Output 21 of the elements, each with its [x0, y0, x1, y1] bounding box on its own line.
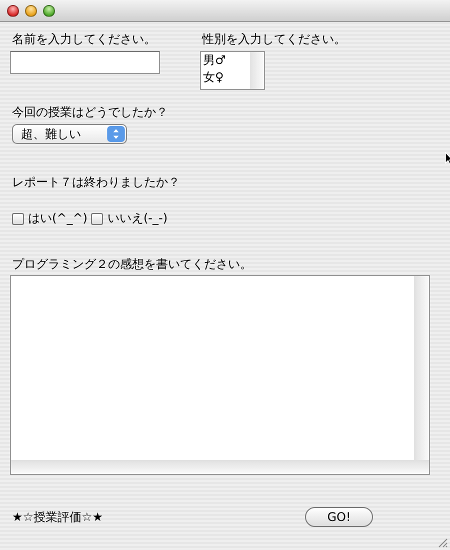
name-field[interactable] — [10, 51, 160, 74]
zoom-button[interactable] — [43, 4, 55, 16]
checkbox[interactable] — [91, 212, 104, 224]
lesson-dropdown[interactable]: 超、難しい — [12, 124, 127, 144]
question-label: レポート７は終わりましたか？ — [11, 175, 181, 190]
question-label: 今回の授業はどうでしたか？ — [11, 105, 169, 120]
list-item[interactable]: 男♂ — [203, 52, 250, 69]
gender-listbox[interactable]: 男♂ 女♀ — [200, 51, 265, 90]
checkbox[interactable] — [12, 212, 24, 224]
field-label: 性別を入力してください。 — [200, 32, 346, 47]
go-button[interactable]: GO! — [305, 507, 373, 527]
close-button[interactable] — [7, 4, 19, 16]
stepper-arrows-icon — [107, 126, 125, 142]
checkbox-label: いいえ(-_-) — [107, 210, 168, 227]
minimize-button[interactable] — [25, 4, 37, 16]
question-label: プログラミング２の感想を書いてください。 — [11, 257, 253, 272]
field-label: 名前を入力してください。 — [11, 32, 157, 47]
list-item[interactable]: 女♀ — [203, 69, 250, 86]
resize-grip-icon[interactable] — [436, 536, 448, 548]
checkbox-label: はい(^_^) — [28, 210, 88, 227]
rating-label: ★☆授業評価☆★ — [12, 510, 104, 524]
